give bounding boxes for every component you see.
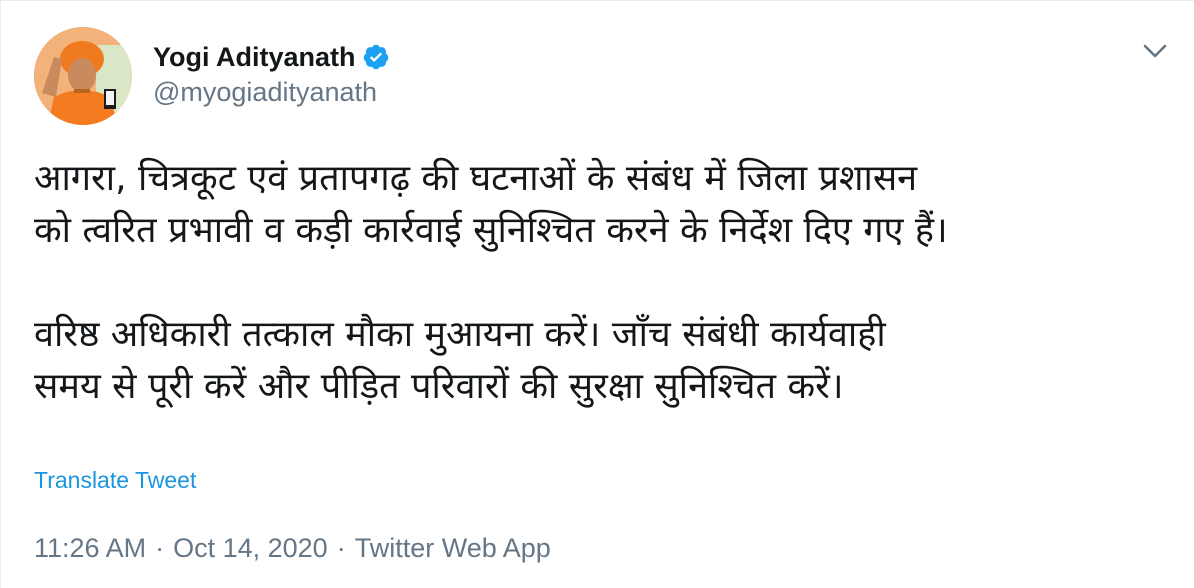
author-handle[interactable]: @myogiadityanath: [153, 77, 390, 108]
tweet-card: Yogi Adityanath @myogiadityanath आगरा, च…: [0, 0, 1194, 588]
tweet-text-line: वरिष्ठ अधिकारी तत्काल मौका मुआयना करें। …: [34, 314, 886, 355]
author-display-name[interactable]: Yogi Adityanath: [153, 42, 356, 73]
translate-tweet-link[interactable]: Translate Tweet: [34, 467, 196, 494]
tweet-time[interactable]: 11:26 AM: [34, 533, 146, 564]
tweet-text: आगरा, चित्रकूट एवं प्रतापगढ़ की घटनाओं क…: [34, 153, 1184, 413]
tweet-text-line: समय से पूरी करें और पीड़ित परिवारों की स…: [34, 366, 844, 407]
tweet-paragraph-gap: [34, 257, 1184, 309]
author-name-row: Yogi Adityanath: [153, 39, 390, 75]
tweet-text-line: को त्वरित प्रभावी व कड़ी कार्रवाई सुनिश्…: [34, 210, 948, 251]
tweet-date[interactable]: Oct 14, 2020: [173, 533, 328, 564]
tweet-source[interactable]: Twitter Web App: [355, 533, 551, 564]
meta-separator: ·: [155, 533, 165, 563]
tweet-text-line: आगरा, चित्रकूट एवं प्रतापगढ़ की घटनाओं क…: [34, 158, 918, 199]
chevron-down-icon[interactable]: [1137, 37, 1173, 65]
tweet-metadata: 11:26 AM · Oct 14, 2020 · Twitter Web Ap…: [34, 533, 551, 564]
author-info: Yogi Adityanath @myogiadityanath: [153, 39, 390, 108]
meta-separator: ·: [336, 533, 346, 563]
verified-badge-icon: [362, 43, 390, 71]
author-avatar[interactable]: [34, 27, 132, 125]
avatar-photo-icon: [34, 27, 132, 125]
